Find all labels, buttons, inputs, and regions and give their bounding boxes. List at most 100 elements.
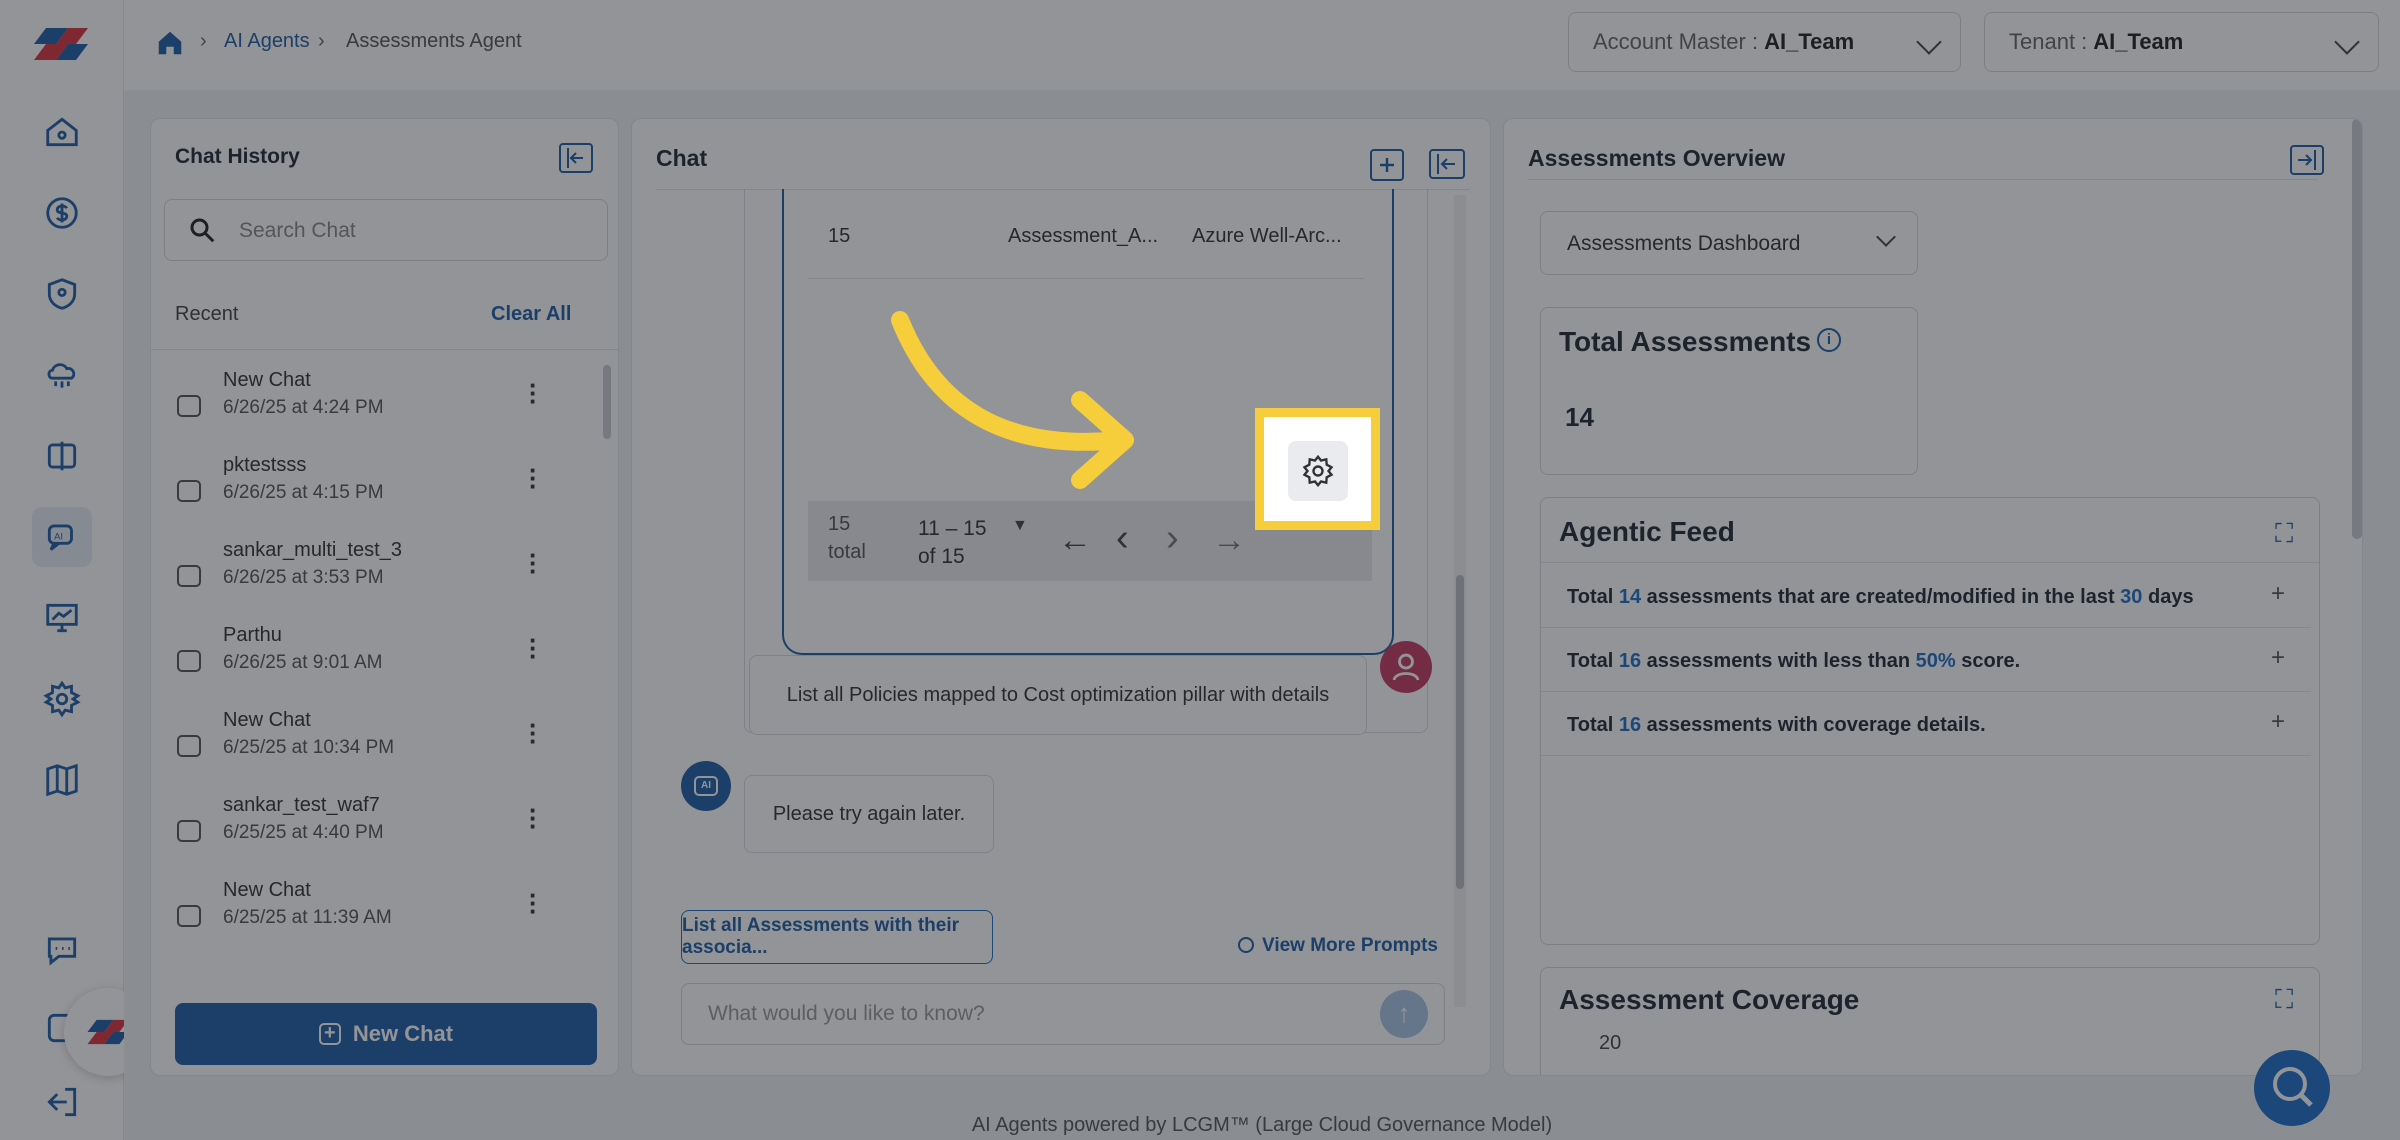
item-title: Parthu <box>223 624 282 646</box>
feed-text: score. <box>1955 650 2021 672</box>
total-assessments-title: Total Assessments <box>1559 326 1812 357</box>
chat-history-item[interactable]: New Chat 6/26/25 at 4:24 PM · · · <box>151 355 571 440</box>
feedback-nav-icon[interactable] <box>32 920 92 980</box>
expand-panel-icon[interactable] <box>2290 145 2324 175</box>
chevron-down-icon <box>2334 29 2360 55</box>
more-options-icon[interactable]: · · · <box>529 712 538 754</box>
agentic-feed-title: Agentic Feed <box>1559 516 1735 547</box>
more-options-icon[interactable]: · · · <box>529 542 538 584</box>
feed-row[interactable]: Total 14 assessments that are created/mo… <box>1541 564 2311 628</box>
chat-history-title: Chat History <box>175 145 300 168</box>
presentation-nav-icon[interactable] <box>32 588 92 648</box>
last-page-icon[interactable]: → <box>1212 521 1246 560</box>
item-title: pktestsss <box>223 454 307 476</box>
suggested-prompt[interactable]: List all Assessments with their associa.… <box>681 910 993 964</box>
pager-of: of 15 <box>918 545 965 568</box>
item-date: 6/25/25 at 10:34 PM <box>223 737 395 758</box>
home-icon[interactable] <box>154 28 186 58</box>
chat-history-list: New Chat 6/26/25 at 4:24 PM · · · pktestsss 6… <box>151 355 591 955</box>
column-settings-button[interactable] <box>1288 441 1348 501</box>
chevron-down-icon <box>1916 29 1942 55</box>
more-options-icon[interactable]: · · · <box>529 457 538 499</box>
item-title: New Chat <box>223 879 311 901</box>
first-page-icon[interactable]: ← <box>1058 521 1092 560</box>
collapse-panel-icon[interactable] <box>1429 149 1465 179</box>
feed-text: assessments that are created/modified in… <box>1641 586 2121 608</box>
expand-icon[interactable]: ⛶ <box>2275 984 2293 1016</box>
security-nav-icon[interactable] <box>32 264 92 324</box>
chat-history-item[interactable]: New Chat 6/25/25 at 11:39 AM · · · <box>151 865 571 950</box>
cloud-nav-icon[interactable] <box>32 345 92 405</box>
feed-text: assessments with less than <box>1641 650 1916 672</box>
expand-row-icon[interactable]: + <box>2271 644 2285 672</box>
chat-icon <box>177 905 201 927</box>
footer-text: AI Agents powered by LCGM™ (Large Cloud … <box>971 1114 1553 1136</box>
next-page-icon[interactable]: › <box>1166 517 1179 560</box>
expand-row-icon[interactable]: + <box>2271 580 2285 608</box>
home-nav-icon[interactable] <box>32 102 92 162</box>
divider <box>1541 562 2319 563</box>
feed-text: Total <box>1567 586 1619 608</box>
compare-nav-icon[interactable] <box>32 426 92 486</box>
feed-text: days <box>2142 586 2194 608</box>
more-options-icon[interactable]: · · · <box>529 797 538 839</box>
prev-page-icon[interactable]: ‹ <box>1116 517 1129 560</box>
overview-scrollbar[interactable] <box>2352 119 2362 539</box>
item-date: 6/26/25 at 4:24 PM <box>223 397 384 418</box>
tenant-select[interactable]: Tenant : AI_Team <box>1984 12 2379 72</box>
chat-history-item[interactable]: New Chat 6/25/25 at 10:34 PM · · · <box>151 695 571 780</box>
search-fab-button[interactable] <box>2254 1050 2330 1126</box>
account-master-select[interactable]: Account Master : AI_Team <box>1568 12 1961 72</box>
ai-agents-nav-icon[interactable]: AI <box>32 507 92 567</box>
item-date: 6/25/25 at 11:39 AM <box>223 907 392 928</box>
divider <box>151 349 618 350</box>
collapse-panel-icon[interactable] <box>559 143 593 173</box>
gear-icon <box>1302 454 1334 488</box>
breadcrumb-ai-agents[interactable]: AI Agents <box>224 30 310 53</box>
feed-row[interactable]: Total 16 assessments with less than 50% … <box>1541 628 2311 692</box>
app-logo[interactable] <box>28 24 94 64</box>
assessment-coverage-title: Assessment Coverage <box>1559 984 1860 1015</box>
clear-all-link[interactable]: Clear All <box>491 303 571 326</box>
expand-icon[interactable]: ⛶ <box>2275 518 2293 550</box>
cell-framework: Azure Well-Arc... <box>1192 225 1342 247</box>
feed-number: 14 <box>1618 586 1642 608</box>
chat-history-item[interactable]: pktestsss 6/26/25 at 4:15 PM · · · <box>151 440 571 525</box>
search-chat-input[interactable]: Search Chat <box>164 199 608 261</box>
chat-history-item[interactable]: sankar_multi_test_3 6/26/25 at 3:53 PM · · · <box>151 525 571 610</box>
settings-nav-icon[interactable] <box>32 669 92 729</box>
more-options-icon[interactable]: · · · <box>529 882 538 924</box>
chat-history-item[interactable]: Parthu 6/26/25 at 9:01 AM · · · <box>151 610 571 695</box>
feed-row[interactable]: Total 16 assessments with coverage detai… <box>1541 692 2311 756</box>
item-title: sankar_multi_test_3 <box>223 539 402 561</box>
chat-input[interactable]: What would you like to know? ↑ <box>681 983 1445 1045</box>
agentic-feed-card: Agentic Feed ⛶ Total 14 assessments that… <box>1540 497 2320 945</box>
feed-number: 30 <box>2120 586 2143 608</box>
scrollbar[interactable] <box>603 365 611 439</box>
svg-text:AI: AI <box>54 531 63 542</box>
page-size-dropdown-icon[interactable]: ▼ <box>1012 517 1028 535</box>
send-button[interactable]: ↑ <box>1380 990 1428 1038</box>
chat-icon <box>177 395 201 417</box>
expand-row-icon[interactable]: + <box>2271 708 2285 736</box>
logout-nav-icon[interactable] <box>32 1072 92 1132</box>
docs-nav-icon[interactable] <box>32 750 92 810</box>
tenant-value: AI_Team <box>2093 29 2184 54</box>
more-options-icon[interactable]: · · · <box>529 627 538 669</box>
bot-avatar: AI <box>681 761 731 811</box>
item-title: sankar_test_waf7 <box>223 794 380 816</box>
new-chat-button[interactable]: + New Chat <box>175 1003 597 1065</box>
breadcrumb-current: Assessments Agent <box>346 30 522 52</box>
chat-title: Chat <box>656 145 708 171</box>
chat-scrollbar[interactable] <box>1456 575 1464 889</box>
breadcrumb-separator: › <box>318 30 325 52</box>
info-icon[interactable]: i <box>1817 328 1841 352</box>
more-options-icon[interactable]: · · · <box>529 372 538 414</box>
dashboard-select[interactable]: Assessments Dashboard <box>1540 211 1918 275</box>
table-row: 15 Assessment_A... Azure Well-Arc... <box>808 189 1364 279</box>
chat-history-item[interactable]: sankar_test_waf7 6/25/25 at 4:40 PM · · · <box>151 780 571 865</box>
pager-range[interactable]: 11 – 15 <box>918 517 987 541</box>
cost-nav-icon[interactable] <box>32 183 92 243</box>
view-more-prompts-link[interactable]: View More Prompts <box>1238 935 1438 957</box>
new-chat-icon[interactable] <box>1370 149 1404 181</box>
